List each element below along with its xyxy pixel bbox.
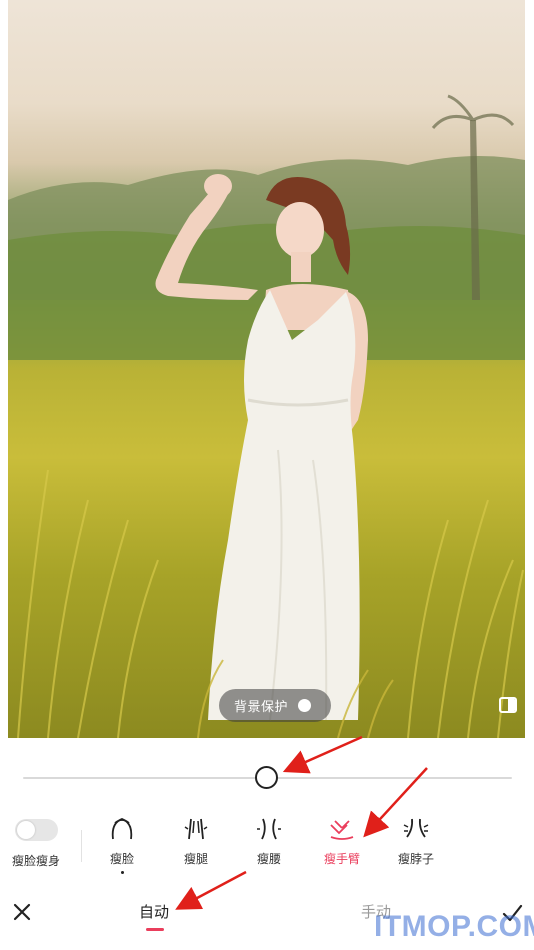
watermark: ITMOP.COM <box>374 910 534 943</box>
compare-icon[interactable] <box>499 697 517 713</box>
tool-label: 瘦手臂 <box>323 852 360 866</box>
waist-icon <box>257 818 281 840</box>
arrow-to-slider <box>282 735 363 774</box>
intensity-slider-knob[interactable] <box>255 766 278 789</box>
face-outline-icon <box>111 818 133 840</box>
tool-slim-neck[interactable]: 瘦脖子 <box>386 815 446 875</box>
divider <box>81 830 82 862</box>
photo-preview: 背景保护 <box>8 0 525 738</box>
neck-icon <box>403 818 429 838</box>
toggle-knob <box>17 821 35 839</box>
tool-slim-waist[interactable]: 瘦腰 <box>239 815 299 875</box>
mode-auto-tab[interactable]: 自动 <box>139 901 169 922</box>
close-icon[interactable] <box>10 900 34 924</box>
tool-label: 瘦腰 <box>256 852 281 866</box>
body-slim-toggle-label: 瘦脸瘦身 <box>12 854 61 868</box>
arrow-to-auto-tab <box>175 870 247 910</box>
tool-slim-legs[interactable]: 瘦腿 <box>166 815 226 875</box>
selected-dot <box>120 871 124 874</box>
arm-icon <box>330 820 354 840</box>
tool-slim-arms[interactable]: 瘦手臂 <box>312 815 372 875</box>
background-protect-toggle[interactable]: 背景保护 <box>219 689 331 722</box>
tool-slim-face[interactable]: 瘦脸 <box>92 815 152 875</box>
active-tab-underline <box>146 928 164 931</box>
photo-scene <box>8 94 525 738</box>
tool-label: 瘦腿 <box>183 852 208 866</box>
tool-label: 瘦脖子 <box>397 852 434 866</box>
background-protect-label: 背景保护 <box>234 700 289 715</box>
body-slim-toggle[interactable] <box>15 819 58 841</box>
tool-label: 瘦脸 <box>109 852 134 866</box>
leg-icon <box>184 818 208 840</box>
toggle-dot-icon <box>298 699 311 712</box>
